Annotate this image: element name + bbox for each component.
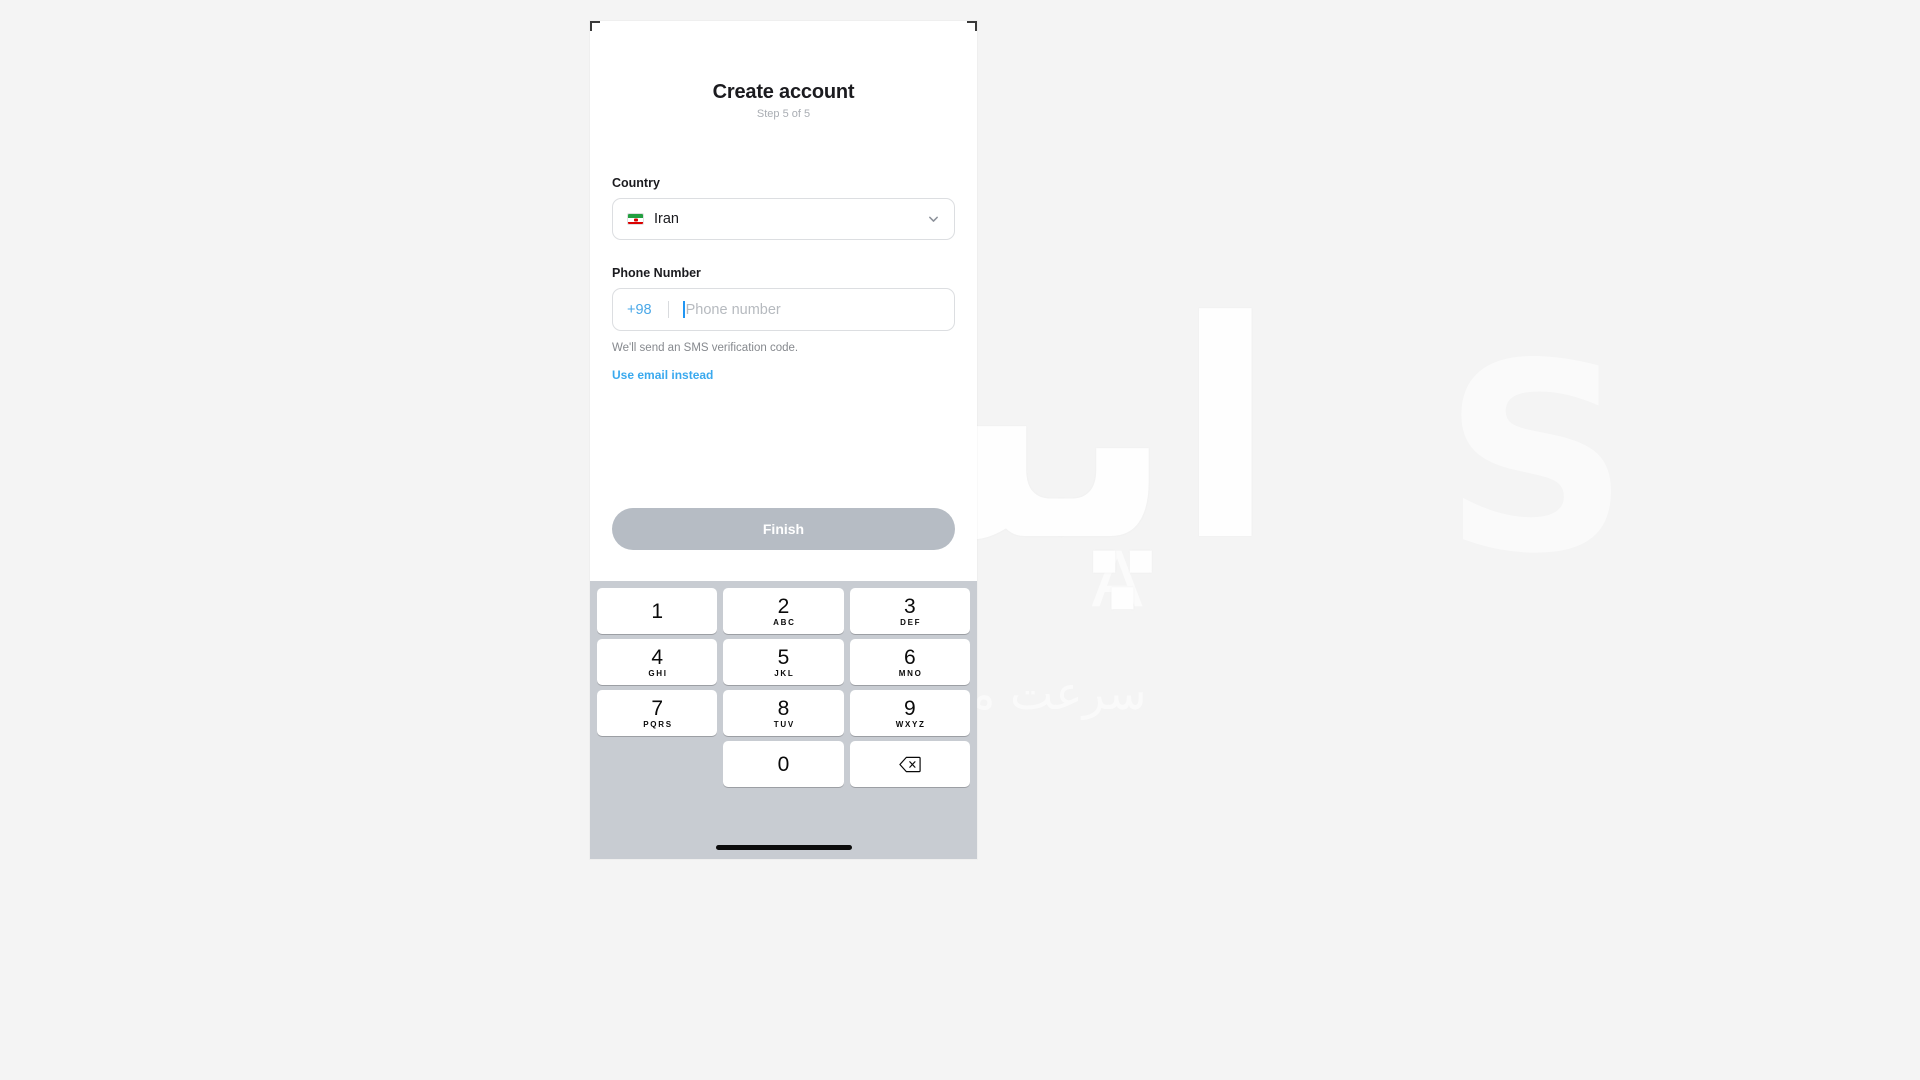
app-screen: Create account Step 5 of 5 Country Iran: [590, 21, 977, 581]
phone-number-input[interactable]: Phone number: [686, 302, 781, 318]
keypad-key-digit: 3: [903, 594, 916, 618]
keypad-key-digit: 5: [777, 645, 790, 669]
phone-label: Phone Number: [612, 266, 701, 280]
numeric-keypad: 1 2 ABC 3 DEF 4 GHI 5 JKL 6 MNO 7 PQRS 8 TUV 9 WXYZ 0: [590, 581, 977, 859]
keypad-key-digit: 9: [903, 696, 916, 720]
keypad-key-letters: GHI: [648, 668, 668, 678]
page-title: Create account: [712, 81, 855, 103]
finish-button[interactable]: Finish: [612, 508, 955, 550]
keypad-key-1[interactable]: 1: [597, 588, 718, 634]
phone-input-wrapper[interactable]: +98 Phone number: [612, 288, 955, 331]
text-caret: [682, 301, 685, 318]
keypad-key-digit: 1: [651, 599, 663, 623]
country-label: Country: [612, 176, 660, 190]
keypad-key-letters: DEF: [900, 617, 922, 627]
keypad-key-letters: ABC: [773, 617, 796, 627]
phone-field-group: Phone Number +98 Phone number We'll send…: [612, 266, 955, 384]
backspace-icon[interactable]: [849, 741, 970, 787]
keypad-key-0[interactable]: 0: [723, 741, 844, 787]
keypad-spacer: [597, 741, 717, 787]
keypad-key-digit: 0: [777, 752, 790, 776]
keypad-key-2[interactable]: 2 ABC: [723, 588, 844, 634]
submit-area: Finish: [590, 508, 977, 550]
frame-corner-top-right: [967, 21, 977, 31]
keypad-key-8[interactable]: 8 TUV: [723, 690, 844, 736]
keypad-key-letters: PQRS: [643, 719, 673, 729]
step-indicator: Step 5 of 5: [756, 108, 811, 120]
keypad-key-7[interactable]: 7 PQRS: [597, 690, 718, 736]
keypad-key-digit: 2: [777, 594, 790, 618]
keypad-key-letters: WXYZ: [895, 719, 926, 729]
keypad-row: 1 2 ABC 3 DEF: [594, 588, 973, 634]
keypad-key-letters: JKL: [774, 668, 795, 678]
use-email-instead-link[interactable]: Use email instead: [612, 368, 713, 382]
keypad-key-3[interactable]: 3 DEF: [849, 588, 970, 634]
country-selected-value: Iran: [654, 211, 679, 227]
keypad-key-digit: 7: [651, 696, 663, 720]
country-select[interactable]: Iran: [612, 198, 955, 240]
keypad-key-4[interactable]: 4 GHI: [597, 639, 718, 685]
dial-code-prefix[interactable]: +98: [627, 302, 652, 318]
watermark-logo: S: [1442, 309, 1630, 611]
home-indicator: [715, 845, 852, 850]
keypad-key-digit: 4: [651, 645, 663, 669]
keypad-key-letters: TUV: [773, 719, 795, 729]
keypad-row: 7 PQRS 8 TUV 9 WXYZ: [594, 690, 973, 736]
input-divider: [667, 301, 669, 318]
sms-hint-text: We'll send an SMS verification code.: [612, 342, 799, 354]
country-field-group: Country Iran: [612, 176, 955, 240]
keypad-key-9[interactable]: 9 WXYZ: [849, 690, 970, 736]
signup-form: Country Iran Phone Number +98 Phone numb…: [590, 176, 977, 384]
keypad-key-digit: 8: [777, 696, 790, 720]
keypad-row: 0: [594, 741, 973, 787]
chevron-down-icon[interactable]: [927, 213, 940, 226]
keypad-key-5[interactable]: 5 JKL: [723, 639, 844, 685]
keypad-key-digit: 6: [903, 645, 916, 669]
keypad-row: 4 GHI 5 JKL 6 MNO: [594, 639, 973, 685]
phone-mockup: Create account Step 5 of 5 Country Iran: [590, 21, 977, 859]
keypad-key-6[interactable]: 6 MNO: [849, 639, 970, 685]
keypad-key-letters: MNO: [898, 668, 923, 678]
frame-corner-top-left: [590, 21, 600, 31]
iran-flag-icon: [627, 213, 644, 225]
